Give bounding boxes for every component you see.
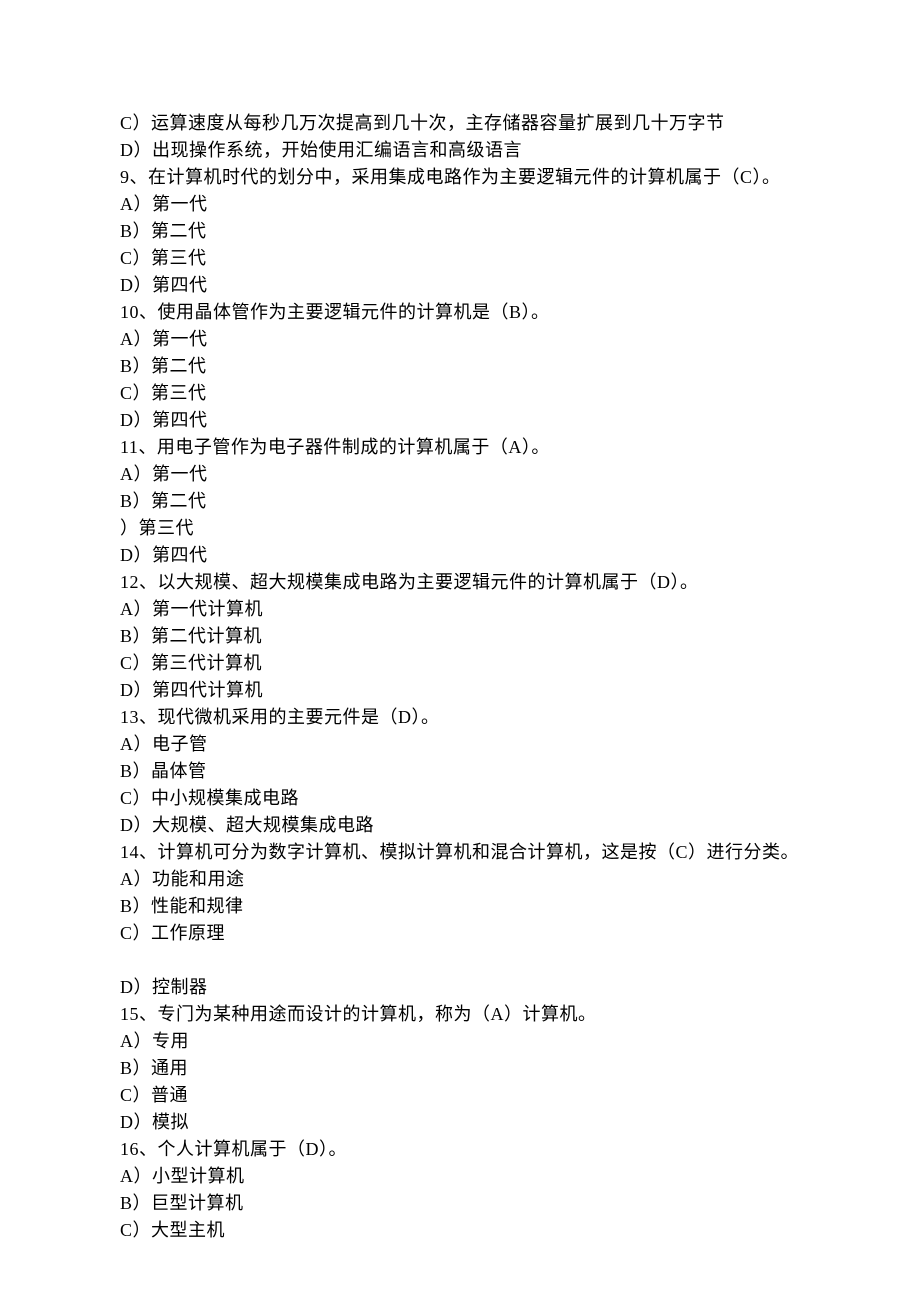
question-text: 12、以大规模、超大规模集成电路为主要逻辑元件的计算机属于（D）。 bbox=[120, 569, 800, 596]
question-text: 16、个人计算机属于（D）。 bbox=[120, 1136, 800, 1163]
answer-option: D）出现操作系统，开始使用汇编语言和高级语言 bbox=[120, 137, 800, 164]
answer-option: D）大规模、超大规模集成电路 bbox=[120, 812, 800, 839]
answer-option: A）功能和用途 bbox=[120, 866, 800, 893]
answer-option: C）普通 bbox=[120, 1082, 800, 1109]
answer-option: C）运算速度从每秒几万次提高到几十次，主存储器容量扩展到几十万字节 bbox=[120, 110, 800, 137]
answer-option: B）晶体管 bbox=[120, 758, 800, 785]
answer-option: B）第二代 bbox=[120, 488, 800, 515]
question-text: 9、在计算机时代的划分中，采用集成电路作为主要逻辑元件的计算机属于（C）。 bbox=[120, 164, 800, 191]
answer-option: D）模拟 bbox=[120, 1109, 800, 1136]
answer-option: A）第一代 bbox=[120, 191, 800, 218]
question-text: 10、使用晶体管作为主要逻辑元件的计算机是（B）。 bbox=[120, 299, 800, 326]
answer-option: B）性能和规律 bbox=[120, 893, 800, 920]
answer-option: C）第三代 bbox=[120, 245, 800, 272]
question-text: 14、计算机可分为数字计算机、模拟计算机和混合计算机，这是按（C）进行分类。 bbox=[120, 839, 800, 866]
answer-option: B）第二代 bbox=[120, 353, 800, 380]
answer-option: D）第四代 bbox=[120, 407, 800, 434]
answer-option: C）第三代计算机 bbox=[120, 650, 800, 677]
answer-option: A）第一代计算机 bbox=[120, 596, 800, 623]
blank-line bbox=[120, 947, 800, 974]
answer-option: A）第一代 bbox=[120, 326, 800, 353]
answer-option: A）第一代 bbox=[120, 461, 800, 488]
answer-option: B）通用 bbox=[120, 1055, 800, 1082]
answer-option: B）第二代 bbox=[120, 218, 800, 245]
answer-option: C）中小规模集成电路 bbox=[120, 785, 800, 812]
question-text: 13、现代微机采用的主要元件是（D）。 bbox=[120, 704, 800, 731]
document-page: C）运算速度从每秒几万次提高到几十次，主存储器容量扩展到几十万字节 D）出现操作… bbox=[0, 0, 920, 1304]
answer-option: C）工作原理 bbox=[120, 920, 800, 947]
answer-option: ）第三代 bbox=[120, 515, 800, 542]
answer-option: D）控制器 bbox=[120, 974, 800, 1001]
answer-option: C）第三代 bbox=[120, 380, 800, 407]
question-text: 15、专门为某种用途而设计的计算机，称为（A）计算机。 bbox=[120, 1001, 800, 1028]
answer-option: B）第二代计算机 bbox=[120, 623, 800, 650]
answer-option: D）第四代计算机 bbox=[120, 677, 800, 704]
question-text: 11、用电子管作为电子器件制成的计算机属于（A）。 bbox=[120, 434, 800, 461]
answer-option: C）大型主机 bbox=[120, 1217, 800, 1244]
answer-option: A）电子管 bbox=[120, 731, 800, 758]
answer-option: B）巨型计算机 bbox=[120, 1190, 800, 1217]
answer-option: D）第四代 bbox=[120, 272, 800, 299]
answer-option: A）小型计算机 bbox=[120, 1163, 800, 1190]
answer-option: D）第四代 bbox=[120, 542, 800, 569]
answer-option: A）专用 bbox=[120, 1028, 800, 1055]
